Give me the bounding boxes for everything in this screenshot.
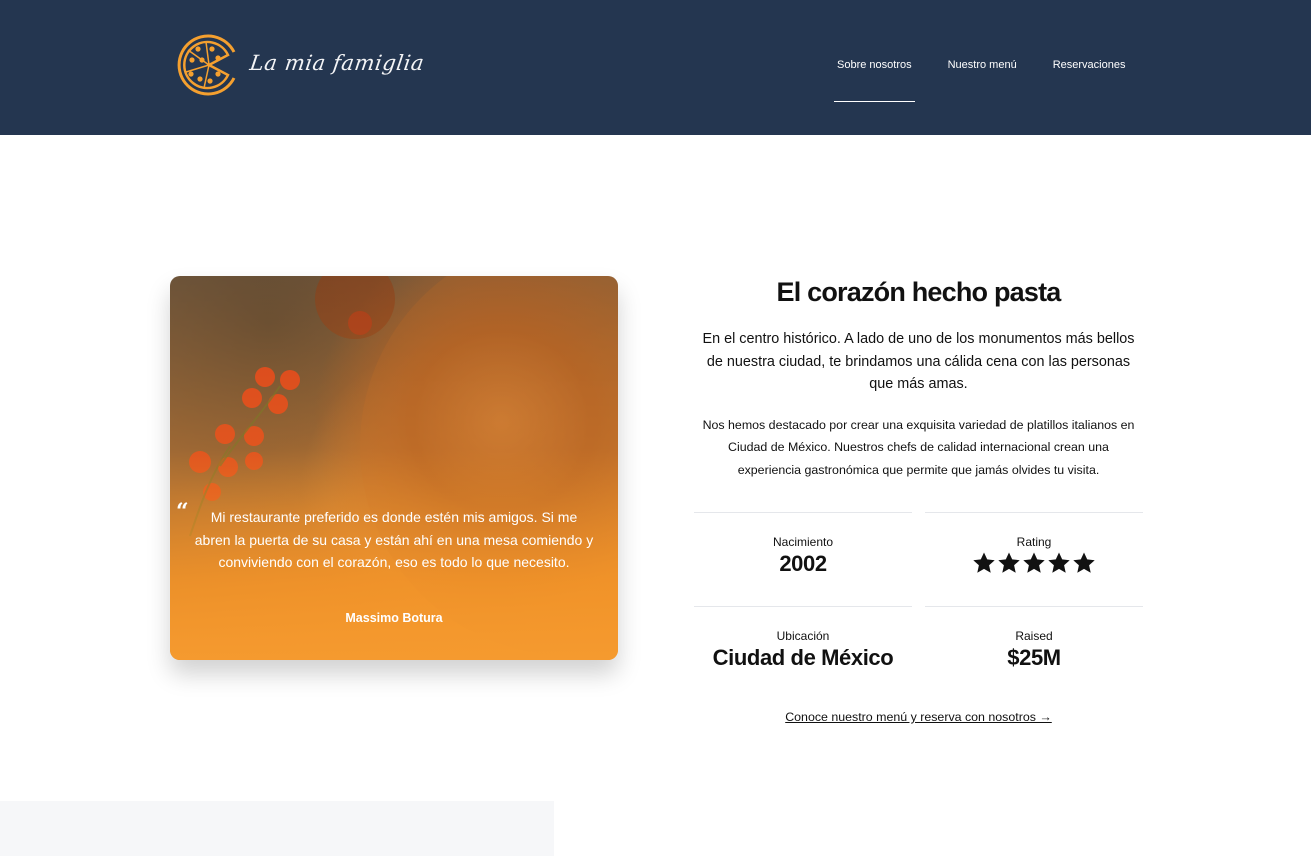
stat-label: Nacimiento bbox=[772, 535, 834, 549]
stat-value: $25M bbox=[1007, 645, 1061, 670]
stat-label: Rating bbox=[1016, 535, 1052, 549]
star-icon bbox=[1073, 552, 1095, 573]
about-section: El corazón hecho pasta En el centro hist… bbox=[694, 276, 1143, 481]
stat-ubicacion: Ubicación Ciudad de México bbox=[694, 606, 912, 700]
stat-label: Raised bbox=[1015, 629, 1053, 643]
menu-reservation-link[interactable]: Conoce nuestro menú y reserva con nosotr… bbox=[785, 710, 1052, 724]
star-icon bbox=[1023, 552, 1045, 573]
nav-link-reservaciones[interactable]: Reservaciones bbox=[1050, 56, 1129, 74]
nav-link-sobre-nosotros[interactable]: Sobre nosotros bbox=[834, 56, 915, 102]
top-navbar: La mia famiglia Sobre nosotros Nuestro m… bbox=[0, 0, 1311, 135]
star-icon bbox=[1048, 552, 1070, 573]
rating-stars bbox=[925, 551, 1143, 575]
star-icon bbox=[998, 552, 1020, 573]
next-section-panel bbox=[0, 801, 554, 856]
star-icon bbox=[973, 552, 995, 573]
testimonial-card: “ Mi restaurante preferido es donde esté… bbox=[170, 276, 618, 660]
testimonial-quote: Mi restaurante preferido es donde estén … bbox=[194, 509, 594, 570]
hero-overlay bbox=[170, 276, 618, 660]
stats-grid: Nacimiento 2002 Rating Ubicación Ciudad … bbox=[694, 512, 1143, 701]
main-nav: Sobre nosotros Nuestro menú Reservacione… bbox=[834, 56, 1129, 102]
brand-logo[interactable]: La mia famiglia bbox=[176, 32, 426, 98]
cta-container: Conoce nuestro menú y reserva con nosotr… bbox=[694, 708, 1143, 726]
quote-icon: “ bbox=[176, 499, 189, 525]
stat-raised: Raised $25M bbox=[925, 606, 1143, 700]
testimonial-author: Massimo Botura bbox=[345, 611, 443, 625]
pizza-icon bbox=[177, 34, 236, 96]
section-title: El corazón hecho pasta bbox=[776, 277, 1062, 307]
stat-rating: Rating bbox=[925, 512, 1143, 606]
stat-value: 2002 bbox=[779, 551, 827, 576]
stat-label: Ubicación bbox=[776, 629, 830, 643]
stat-value: Ciudad de México bbox=[712, 645, 894, 670]
nav-link-nuestro-menu[interactable]: Nuestro menú bbox=[945, 56, 1020, 74]
brand-name: La mia famiglia bbox=[248, 51, 426, 75]
section-body: Nos hemos destacado por crear una exquis… bbox=[702, 417, 1135, 477]
stat-nacimiento: Nacimiento 2002 bbox=[694, 512, 912, 606]
section-lead: En el centro histórico. A lado de uno de… bbox=[702, 331, 1135, 392]
